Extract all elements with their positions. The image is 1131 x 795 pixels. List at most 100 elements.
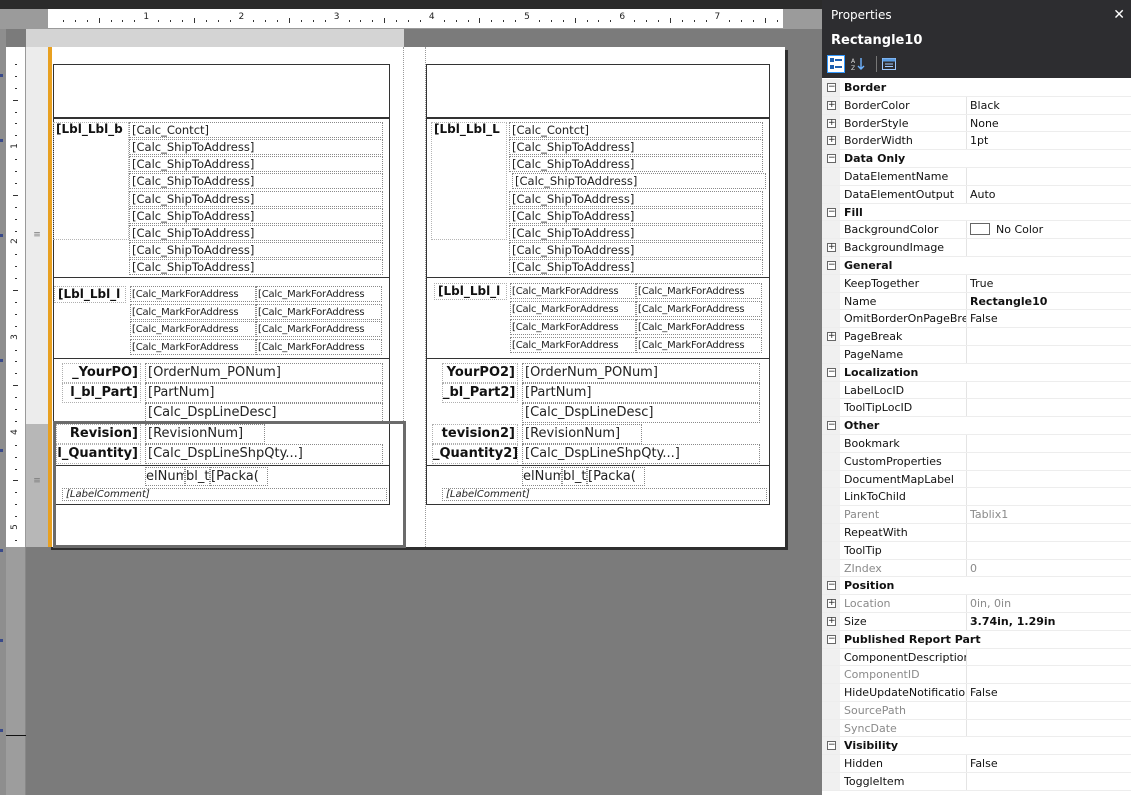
property-row[interactable]: RepeatWith bbox=[822, 523, 1131, 542]
markfor-address-field[interactable]: [Calc_MarkForAddress bbox=[636, 337, 762, 353]
partnum-field[interactable]: [PartNum] bbox=[522, 383, 760, 403]
quantity-label[interactable]: _Quantity2] bbox=[432, 444, 518, 464]
shipto-label[interactable]: [Lbl_Lbl_L bbox=[431, 122, 507, 139]
ordernum-field[interactable]: [OrderNum_PONum] bbox=[522, 363, 760, 383]
categorized-icon[interactable] bbox=[827, 55, 845, 73]
property-row[interactable]: + PageBreak bbox=[822, 328, 1131, 346]
collapse-icon[interactable]: − bbox=[827, 421, 836, 431]
property-row[interactable]: KeepTogether True bbox=[822, 274, 1131, 293]
property-pages-icon[interactable] bbox=[880, 55, 898, 73]
property-row[interactable]: Bookmark bbox=[822, 434, 1131, 453]
property-value[interactable]: 0in, 0in bbox=[970, 595, 1130, 613]
property-category[interactable]: − Position bbox=[822, 577, 1131, 596]
row-grip-icon[interactable]: ≡ bbox=[32, 476, 42, 486]
property-value[interactable]: Black bbox=[970, 97, 1130, 115]
markfor-address-field[interactable]: [Calc_MarkForAddress bbox=[636, 301, 762, 317]
shipto-address-field[interactable]: [Calc_ShipToAddress] bbox=[509, 207, 763, 224]
shipto-address-field[interactable]: [Calc_ShipToAddress] bbox=[129, 139, 383, 155]
package-field[interactable]: [Packa( bbox=[587, 467, 645, 486]
property-row[interactable]: CustomProperties bbox=[822, 452, 1131, 471]
property-value[interactable]: 3.74in, 1.29in bbox=[970, 613, 1130, 631]
property-row[interactable]: SyncDate bbox=[822, 719, 1131, 738]
property-row[interactable]: DocumentMapLabel bbox=[822, 470, 1131, 489]
linedesc-field[interactable]: [Calc_DspLineDesc] bbox=[522, 403, 760, 423]
shipto-address-field[interactable]: [Calc_ShipToAddress] bbox=[129, 242, 383, 259]
shipto-address-field[interactable]: [Calc_ShipToAddress] bbox=[509, 225, 763, 241]
shipto-address-field[interactable]: [Calc_ShipToAddress] bbox=[509, 259, 763, 276]
property-value[interactable]: False bbox=[970, 310, 1130, 328]
markfor-label[interactable]: [Lbl_Lbl_l bbox=[434, 283, 507, 300]
markfor-address-field[interactable]: [Calc_MarkForAddress bbox=[636, 283, 762, 299]
selected-rectangle10[interactable] bbox=[53, 421, 406, 548]
collapse-icon[interactable]: − bbox=[827, 154, 836, 164]
property-value[interactable]: 1pt bbox=[970, 132, 1130, 150]
property-row[interactable]: Parent Tablix1 bbox=[822, 506, 1131, 524]
shipto-address-field[interactable]: [Calc_ShipToAddress] bbox=[129, 156, 383, 173]
header-rectangle[interactable] bbox=[53, 64, 390, 118]
expand-icon[interactable]: + bbox=[827, 599, 836, 609]
close-icon[interactable]: ✕ bbox=[1113, 0, 1125, 30]
property-row[interactable]: HideUpdateNotification False bbox=[822, 684, 1131, 702]
property-value[interactable]: 0 bbox=[970, 560, 1130, 578]
shipto-address-field[interactable]: [Calc_ShipToAddress] bbox=[129, 207, 383, 224]
expand-icon[interactable]: + bbox=[827, 136, 836, 146]
property-row[interactable]: + BorderWidth 1pt bbox=[822, 132, 1131, 151]
markfor-address-field[interactable]: [Calc_MarkForAddress bbox=[636, 319, 762, 335]
property-category[interactable]: − General bbox=[822, 256, 1131, 275]
shipto-label[interactable]: [Lbl_Lbl_b bbox=[53, 122, 129, 139]
shipto-address-field[interactable]: [Calc_ShipToAddress] bbox=[509, 190, 763, 207]
markfor-label[interactable]: [Lbl_Lbl_l bbox=[54, 286, 126, 303]
shipto-address-field[interactable]: [Calc_ShipToAddress] bbox=[129, 225, 383, 241]
property-row[interactable]: + BorderStyle None bbox=[822, 114, 1131, 133]
color-swatch-icon[interactable] bbox=[970, 223, 990, 236]
shipto-address-field[interactable]: [Calc_ShipToAddress] bbox=[129, 190, 383, 207]
markfor-address-field[interactable]: [Calc_MarkForAddress bbox=[256, 303, 382, 320]
property-row[interactable]: ToolTipLocID bbox=[822, 399, 1131, 418]
report-designer[interactable]: 1 2 3 4 5 6 7 1 2 3 4 5 ≡ ≡ [Lbl_Lbl_b [Lbl_Lbl_l … bbox=[0, 0, 822, 795]
properties-panel[interactable]: Properties ✕ Rectangle10 AZ − Border + Bord… bbox=[822, 0, 1131, 795]
selected-object-name[interactable]: Rectangle10 bbox=[822, 30, 1131, 52]
markfor-address-field[interactable]: [Calc_MarkForAddress bbox=[510, 319, 636, 335]
property-row[interactable]: + BorderColor Black bbox=[822, 96, 1131, 115]
blt-field[interactable]: bl_t bbox=[562, 467, 587, 486]
markfor-address-field[interactable]: [Calc_MarkForAddress bbox=[510, 283, 636, 299]
property-row[interactable]: PageName bbox=[822, 345, 1131, 364]
tablix-column-header[interactable] bbox=[26, 29, 404, 47]
part-label[interactable]: l_bl_Part] bbox=[62, 383, 141, 403]
markfor-address-field[interactable]: [Calc_MarkForAddress bbox=[130, 338, 256, 355]
shpqty-field[interactable]: [Calc_DspLineShpQty...] bbox=[522, 444, 760, 464]
collapse-icon[interactable]: − bbox=[827, 634, 836, 644]
property-value[interactable]: False bbox=[970, 755, 1130, 773]
revision-label[interactable]: tevision2] bbox=[432, 424, 518, 444]
property-value[interactable]: Auto bbox=[970, 186, 1130, 204]
property-category[interactable]: − Border bbox=[822, 79, 1131, 97]
shipto-address-field[interactable]: [Calc_ShipToAddress] bbox=[509, 242, 763, 259]
property-row[interactable]: + Location 0in, 0in bbox=[822, 595, 1131, 613]
collapse-icon[interactable]: − bbox=[827, 741, 836, 751]
property-category[interactable]: − Fill bbox=[822, 203, 1131, 222]
shipto-label-box[interactable] bbox=[431, 122, 507, 240]
shipto-address-field[interactable]: [Calc_ShipToAddress] bbox=[129, 173, 383, 190]
shipto-label-box[interactable] bbox=[53, 122, 129, 240]
property-row[interactable]: SourcePath bbox=[822, 701, 1131, 720]
expand-icon[interactable]: + bbox=[827, 332, 836, 342]
contact-field[interactable]: [Calc_Contct] bbox=[129, 122, 383, 138]
collapse-icon[interactable]: − bbox=[827, 260, 836, 270]
expand-icon[interactable]: + bbox=[827, 118, 836, 128]
property-row[interactable]: + Size 3.74in, 1.29in bbox=[822, 612, 1131, 631]
markfor-address-field[interactable]: [Calc_MarkForAddress bbox=[130, 286, 256, 302]
property-row[interactable]: DataElementOutput Auto bbox=[822, 185, 1131, 204]
property-row[interactable]: DataElementName bbox=[822, 167, 1131, 186]
collapse-icon[interactable]: − bbox=[827, 367, 836, 377]
alphabetical-sort-icon[interactable]: AZ bbox=[849, 55, 867, 73]
row-grip-icon[interactable]: ≡ bbox=[32, 230, 42, 240]
property-row[interactable]: + BackgroundImage bbox=[822, 239, 1131, 257]
header-rectangle[interactable] bbox=[426, 64, 770, 118]
property-row[interactable]: ZIndex 0 bbox=[822, 559, 1131, 578]
property-grid[interactable]: − Border + BorderColor Black + BorderStyle None… bbox=[822, 79, 1131, 791]
property-category[interactable]: − Other bbox=[822, 417, 1131, 435]
revisionnum-field[interactable]: [RevisionNum] bbox=[522, 424, 642, 444]
markfor-address-field[interactable]: [Calc_MarkForAddress bbox=[510, 301, 636, 317]
property-row[interactable]: LabelLocID bbox=[822, 381, 1131, 400]
property-value[interactable]: No Color bbox=[970, 221, 1130, 239]
